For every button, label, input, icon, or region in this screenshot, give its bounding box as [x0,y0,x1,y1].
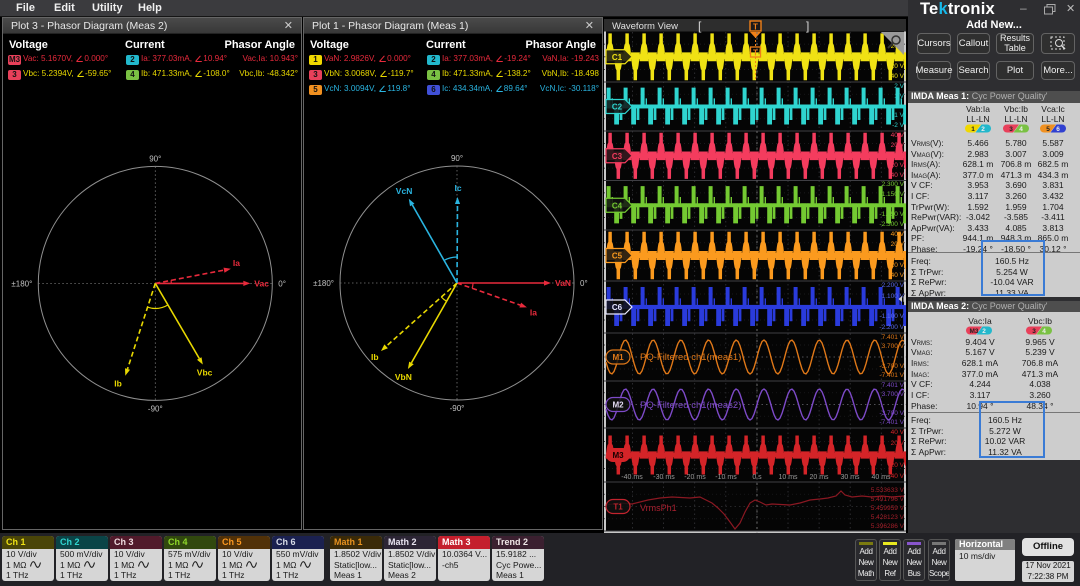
svg-text:10 ms: 10 ms [778,474,798,481]
svg-text:-20 V: -20 V [888,262,904,269]
svg-text:C4: C4 [612,201,623,210]
svg-text:-40 ms: -40 ms [621,474,643,481]
svg-text:VbN: VbN [395,372,412,382]
svg-text:30 ms: 30 ms [840,474,860,481]
svg-text:VcN: VcN [396,186,413,196]
svg-text:-20 V: -20 V [888,462,904,469]
svg-text:40 V: 40 V [891,132,905,139]
svg-text:20 V: 20 V [891,440,905,447]
svg-text:2 V: 2 V [894,83,904,90]
svg-text:VaN: VaN [555,278,571,288]
svg-text:Ib: Ib [371,352,379,362]
svg-text:T: T [753,23,758,32]
svg-text:-1.100 V: -1.100 V [879,313,904,320]
svg-text:5.533633 V: 5.533633 V [871,487,905,494]
svg-text:Ic: Ic [455,183,462,193]
svg-text:±180°: ±180° [313,279,334,288]
svg-text:-10 ms: -10 ms [715,474,737,481]
svg-text:-3.700 V: -3.700 V [879,410,904,417]
svg-text:1 V: 1 V [894,93,904,100]
svg-text:-40 V: -40 V [888,172,904,179]
svg-text:5.491796 V: 5.491796 V [871,496,905,503]
svg-text:C3: C3 [612,152,623,161]
svg-text:-40 V: -40 V [888,73,904,80]
svg-text:PQ-Filtered ch1(meas2): PQ-Filtered ch1(meas2) [640,400,741,411]
svg-text:7.401 V: 7.401 V [882,382,905,389]
svg-text:Ib: Ib [114,379,122,389]
svg-text:1.150 V: 1.150 V [882,191,905,198]
svg-text:20 V: 20 V [891,142,905,149]
svg-text:3: 3 [1032,328,1036,335]
svg-text:±180°: ±180° [11,279,32,288]
svg-text:C2: C2 [612,103,623,112]
svg-text:3: 3 [1009,126,1013,133]
svg-text:T: T [753,49,758,58]
svg-text:-40 V: -40 V [888,272,904,279]
svg-text:2: 2 [981,126,985,133]
svg-text:1: 1 [971,126,975,133]
svg-text:M3: M3 [612,451,624,460]
svg-text:Vbc: Vbc [197,368,213,378]
svg-text:40 V: 40 V [891,231,905,238]
svg-text:90°: 90° [451,154,463,163]
svg-text:-2.200 V: -2.200 V [879,324,904,331]
svg-text:C1: C1 [612,53,623,62]
svg-text:T1: T1 [613,503,623,512]
svg-text:6: 6 [1056,126,1060,133]
svg-text:-90°: -90° [450,404,465,413]
svg-text:-2 V: -2 V [892,122,905,129]
svg-text:-1.150 V: -1.150 V [879,211,904,218]
svg-text:5: 5 [1046,126,1050,133]
svg-text:20 V: 20 V [891,241,905,248]
svg-text:5.396286 V: 5.396286 V [871,523,905,530]
svg-text:M3: M3 [969,328,978,335]
svg-text:2.200 V: 2.200 V [882,282,905,289]
svg-text:5.428123 V: 5.428123 V [871,514,905,521]
svg-text:20 ms: 20 ms [809,474,829,481]
svg-text:-2.300 V: -2.300 V [879,221,904,228]
svg-text:-3.700 V: -3.700 V [879,363,904,370]
svg-text:C6: C6 [612,303,623,312]
svg-text:-20 V: -20 V [888,162,904,169]
svg-text:3.700 V: 3.700 V [882,391,905,398]
svg-text:-7.401 V: -7.401 V [879,372,904,379]
svg-text:-20 V: -20 V [888,63,904,70]
svg-text:0°: 0° [580,279,588,288]
svg-text:90°: 90° [149,154,161,163]
svg-text:7.401 V: 7.401 V [882,334,905,341]
svg-text:3.700 V: 3.700 V [882,343,905,350]
svg-text:40 V: 40 V [891,429,905,436]
svg-text:M2: M2 [612,401,624,410]
svg-text:-90°: -90° [148,404,163,413]
svg-text:-40 V: -40 V [888,473,904,480]
svg-text:VrmsPh1: VrmsPh1 [640,503,677,513]
svg-text:Ia: Ia [233,258,240,268]
svg-text:4: 4 [1019,126,1023,133]
svg-text:Ia: Ia [530,307,537,317]
svg-text:C5: C5 [612,252,623,261]
svg-text:Waveform View: Waveform View [612,21,678,32]
svg-text:-30 ms: -30 ms [653,474,675,481]
svg-text:4: 4 [1042,328,1046,335]
svg-text:-20 ms: -20 ms [684,474,706,481]
svg-text:5.459959 V: 5.459959 V [871,505,905,512]
svg-text:0 s: 0 s [752,474,762,481]
svg-text:2.300 V: 2.300 V [882,181,905,188]
svg-text:PQ-Filtered ch1(meas1): PQ-Filtered ch1(meas1) [640,352,741,363]
svg-text:-7.401 V: -7.401 V [879,419,904,426]
svg-text:]: ] [806,19,809,33]
svg-text:Vac: Vac [254,278,269,288]
svg-text:0°: 0° [278,279,286,288]
svg-text:2: 2 [982,328,986,335]
svg-text:M1: M1 [612,353,624,362]
svg-text:-1 V: -1 V [892,112,905,119]
